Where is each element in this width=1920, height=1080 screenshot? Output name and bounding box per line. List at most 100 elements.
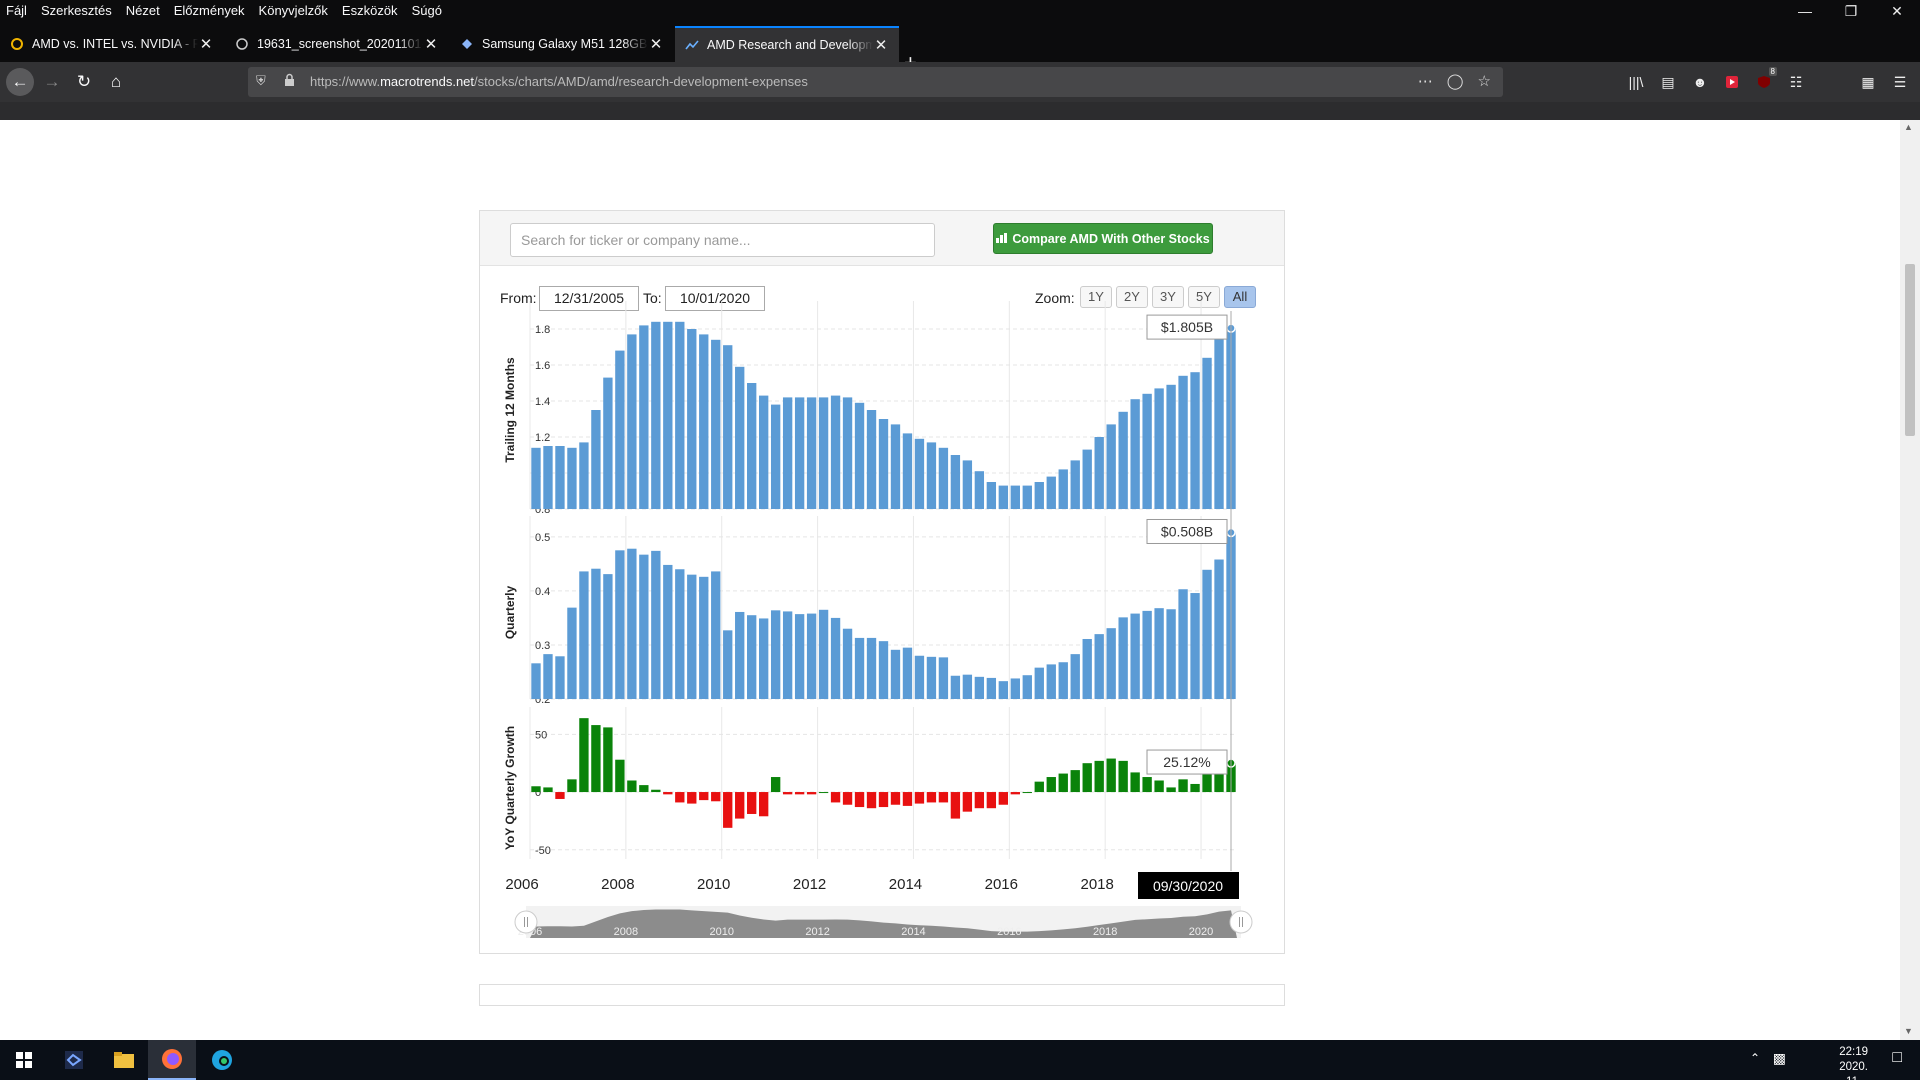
tray-chevron-icon[interactable]: ⌃ [1750, 1051, 1760, 1065]
menu-tools[interactable]: Eszközök [342, 3, 398, 18]
network-icon[interactable]: ▩ [1773, 1050, 1786, 1067]
chart-bar [543, 654, 553, 699]
page-scrollbar[interactable]: ▲ ▼ [1900, 120, 1920, 1040]
account-icon[interactable]: ☻ [1689, 71, 1711, 93]
tab-amd-research[interactable]: AMD Research and Developme ✕ [675, 26, 899, 62]
chart-bar [1046, 777, 1056, 793]
scrollbar-thumb[interactable] [1905, 264, 1915, 436]
taskbar-clock[interactable]: 22:19 2020. 11. 01. [1839, 1045, 1868, 1080]
chart-bar [639, 554, 649, 699]
chart-bar [615, 550, 625, 699]
chart-bar [998, 485, 1009, 509]
chart-bar [711, 571, 721, 699]
lock-icon[interactable] [284, 73, 295, 89]
menu-edit[interactable]: Szerkesztés [41, 3, 112, 18]
back-icon[interactable]: ← [6, 68, 34, 96]
y-axis-label: YoY Quarterly Growth [503, 726, 517, 850]
chart-bar [1202, 357, 1212, 509]
menu-bookmarks[interactable]: Könyvjelzők [259, 3, 328, 18]
chart-bar [1154, 780, 1164, 793]
chart-bar [531, 786, 541, 793]
windows-taskbar: ⌃ ▩ 22:19 2020. 11. 01. □ [0, 1040, 1920, 1080]
navigator-left-handle[interactable] [514, 910, 538, 934]
stock-charts[interactable]: 0.811.21.41.61.8Trailing 12 Months$1.805… [480, 211, 1286, 955]
y-tick-label: -50 [535, 845, 551, 857]
chart-bar [1154, 608, 1164, 699]
hamburger-menu-icon[interactable]: ☰ [1889, 71, 1911, 93]
chart-bar [890, 649, 901, 699]
chart-bar [830, 395, 841, 509]
close-window-icon[interactable]: ✕ [1874, 0, 1920, 22]
ublock-icon[interactable]: 8 [1753, 67, 1777, 93]
chart-bar [878, 419, 889, 509]
home-icon[interactable]: ⌂ [102, 68, 130, 96]
chart-bar [794, 792, 805, 795]
chart-bar [806, 397, 817, 509]
chart-bar [770, 610, 781, 699]
restore-icon[interactable]: ❐ [1828, 0, 1874, 22]
chart-bar [962, 792, 973, 812]
scroll-down-icon[interactable]: ▼ [1904, 1026, 1913, 1036]
chart-bar [1058, 773, 1068, 793]
chart-bar [1010, 678, 1020, 699]
chart-bar [1070, 770, 1080, 793]
chart-bar [1130, 613, 1140, 699]
extension-bars-icon[interactable]: ☷ [1785, 71, 1807, 93]
ublock-badge: 8 [1768, 67, 1777, 76]
notifications-icon[interactable]: □ [1892, 1049, 1902, 1067]
chart-bar [615, 759, 625, 793]
chart-bar [1022, 792, 1032, 794]
chart-bar [938, 792, 949, 803]
forward-icon[interactable]: → [38, 68, 66, 96]
navigator-label: 2016 [997, 926, 1021, 938]
chart-bar [663, 564, 673, 699]
chart-bar [866, 792, 877, 809]
url-text[interactable]: https://www.macrotrends.net/stocks/chart… [310, 74, 808, 89]
address-bar[interactable]: ⛨ https://www.macrotrends.net/stocks/cha… [248, 67, 1503, 97]
extension-red-icon[interactable] [1721, 71, 1743, 93]
reload-icon[interactable]: ↻ [70, 68, 98, 96]
page-actions-icon[interactable]: ⋯ [1418, 72, 1433, 90]
extensions-puzzle-icon[interactable]: ▦ [1857, 71, 1879, 93]
tab-samsung[interactable]: Samsung Galaxy M51 128GB 6GB ✕ [450, 26, 674, 62]
chart-favicon-icon [685, 38, 699, 52]
chart-bar [890, 424, 901, 509]
file-explorer-icon[interactable] [100, 1040, 148, 1080]
visual-studio-icon[interactable] [50, 1040, 98, 1080]
menu-view[interactable]: Nézet [126, 3, 160, 18]
chart-bar [1190, 783, 1200, 793]
windows-start-icon[interactable] [0, 1040, 48, 1080]
menu-history[interactable]: Előzmények [174, 3, 245, 18]
chart-bar [567, 607, 577, 699]
chart-bar [663, 792, 673, 795]
sidebar-icon[interactable]: ▤ [1657, 71, 1679, 93]
close-tab-icon[interactable]: ✕ [873, 36, 889, 54]
pocket-icon[interactable]: ◯ [1447, 72, 1464, 90]
chart-bar [1010, 792, 1020, 795]
y-tick-label: 0.3 [535, 640, 550, 652]
tab-amd-vs-intel[interactable]: AMD vs. INTEL vs. NVIDIA - PR ✕ [0, 26, 224, 62]
tab-bar: AMD vs. INTEL vs. NVIDIA - PR ✕ 19631_sc… [0, 22, 1920, 74]
edge-icon[interactable] [198, 1040, 246, 1080]
chart-bar [1070, 460, 1080, 509]
minimize-icon[interactable]: — [1782, 0, 1828, 22]
x-axis-label: 2008 [601, 876, 634, 893]
tab-screenshot[interactable]: 19631_screenshot_20201101-21 ✕ [225, 26, 449, 62]
tracking-shield-icon[interactable]: ⛨ [256, 73, 266, 89]
close-tab-icon[interactable]: ✕ [648, 35, 664, 53]
library-icon[interactable]: |||\ [1625, 71, 1647, 93]
menu-file[interactable]: Fájl [6, 3, 27, 18]
chart-bar [1058, 469, 1068, 509]
navigator-right-handle[interactable] [1229, 910, 1253, 934]
bookmark-star-icon[interactable]: ☆ [1478, 72, 1491, 90]
x-axis-label: 2014 [889, 876, 922, 893]
menu-help[interactable]: Súgó [412, 3, 442, 18]
chart-bar [866, 410, 877, 509]
close-tab-icon[interactable]: ✕ [198, 35, 214, 53]
chart-bar [902, 647, 913, 699]
url-path: /stocks/charts/AMD/amd/research-developm… [474, 74, 808, 89]
scroll-up-icon[interactable]: ▲ [1904, 122, 1913, 132]
firefox-icon[interactable] [148, 1040, 196, 1080]
close-tab-icon[interactable]: ✕ [423, 35, 439, 53]
chart-bar [818, 609, 829, 699]
